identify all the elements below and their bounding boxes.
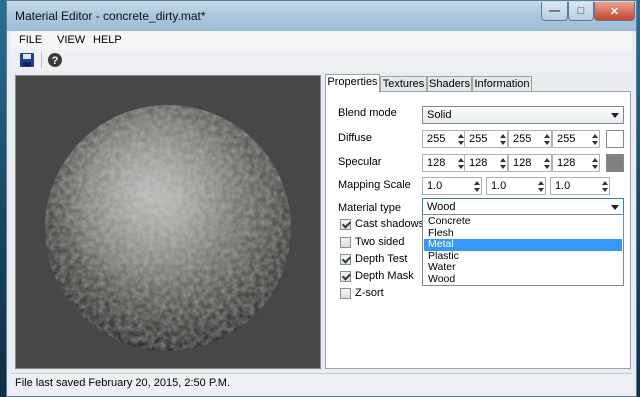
- svg-text:?: ?: [52, 55, 59, 67]
- option-water[interactable]: Water: [424, 261, 622, 274]
- spin-up-icon[interactable]: [500, 134, 506, 138]
- status-text: File last saved February 20, 2015, 2:50 …: [15, 377, 231, 389]
- mapping-scale-label: Mapping Scale: [338, 179, 411, 191]
- specular-label: Specular: [338, 156, 382, 168]
- diffuse-g-value: 255: [469, 133, 488, 145]
- maximize-button[interactable]: □: [568, 2, 594, 21]
- diffuse-b-value: 255: [513, 133, 532, 145]
- material-type-value: Wood: [427, 201, 456, 213]
- material-type-label: Material type: [338, 202, 401, 214]
- two-sided-checkbox[interactable]: [340, 237, 351, 248]
- spin-up-icon[interactable]: [538, 181, 544, 185]
- close-button[interactable]: ✕: [594, 2, 635, 21]
- spin-down-icon[interactable]: [474, 188, 480, 192]
- spin-down-icon[interactable]: [592, 141, 598, 145]
- chevron-down-icon: [611, 113, 619, 118]
- diffuse-g-spinbox[interactable]: 255: [464, 130, 508, 148]
- spin-up-icon[interactable]: [474, 181, 480, 185]
- option-metal[interactable]: Metal: [424, 238, 622, 251]
- option-wood[interactable]: Wood: [424, 273, 622, 286]
- depth-mask-checkbox[interactable]: [340, 271, 351, 282]
- specular-r-spinbox[interactable]: 128: [422, 154, 466, 172]
- specular-g-value: 128: [469, 157, 488, 169]
- menu-help[interactable]: HELP: [93, 34, 122, 46]
- material-editor-window: Material Editor - concrete_dirty.mat* — …: [6, 0, 637, 397]
- option-concrete[interactable]: Concrete: [424, 215, 622, 228]
- specular-b-value: 128: [513, 157, 532, 169]
- z-sort-checkbox[interactable]: [340, 288, 351, 299]
- toolbar: ?: [11, 49, 632, 71]
- specular-g-spinbox[interactable]: 128: [464, 154, 508, 172]
- material-preview-viewport[interactable]: [15, 75, 321, 369]
- tab-information[interactable]: Information: [472, 76, 532, 92]
- title-bar[interactable]: Material Editor - concrete_dirty.mat* — …: [7, 1, 636, 31]
- two-sided-label: Two sided: [355, 236, 405, 248]
- depth-test-label: Depth Test: [355, 253, 408, 265]
- mapping-scale-y-spinbox[interactable]: 1.0: [486, 177, 546, 195]
- depth-mask-label: Depth Mask: [355, 270, 414, 282]
- spin-up-icon[interactable]: [500, 158, 506, 162]
- specular-b-spinbox[interactable]: 128: [508, 154, 552, 172]
- minimize-icon: —: [549, 5, 560, 17]
- z-sort-label: Z-sort: [355, 287, 384, 299]
- diffuse-a-spinbox[interactable]: 255: [552, 130, 600, 148]
- spin-up-icon[interactable]: [602, 181, 608, 185]
- blend-mode-value: Solid: [427, 109, 452, 121]
- menu-view[interactable]: VIEW: [57, 34, 85, 46]
- blend-mode-select[interactable]: Solid: [422, 106, 624, 124]
- menu-file[interactable]: FILE: [19, 34, 42, 46]
- mapping-scale-z-value: 1.0: [555, 180, 571, 192]
- spin-up-icon[interactable]: [544, 134, 550, 138]
- spin-down-icon[interactable]: [544, 141, 550, 145]
- window-title: Material Editor - concrete_dirty.mat*: [15, 9, 206, 23]
- close-icon: ✕: [609, 5, 620, 18]
- diffuse-color-swatch[interactable]: [606, 130, 624, 148]
- mapping-scale-y-value: 1.0: [491, 180, 507, 192]
- specular-color-swatch[interactable]: [606, 154, 624, 172]
- diffuse-b-spinbox[interactable]: 255: [508, 130, 552, 148]
- save-icon[interactable]: [19, 52, 35, 68]
- toolbar-separator: [41, 52, 42, 68]
- status-bar: File last saved February 20, 2015, 2:50 …: [11, 373, 632, 394]
- preview-sphere: [45, 105, 291, 351]
- depth-test-checkbox[interactable]: [340, 254, 351, 265]
- spin-up-icon[interactable]: [544, 158, 550, 162]
- material-type-dropdown-list: Concrete Flesh Metal Plastic Water Wood: [422, 214, 624, 286]
- mapping-scale-x-value: 1.0: [427, 180, 443, 192]
- help-icon[interactable]: ?: [47, 52, 63, 68]
- option-flesh[interactable]: Flesh: [424, 227, 622, 240]
- spin-down-icon[interactable]: [538, 188, 544, 192]
- cast-shadows-checkbox[interactable]: [340, 219, 351, 230]
- cast-shadows-label: Cast shadows: [355, 218, 425, 230]
- spin-down-icon[interactable]: [592, 165, 598, 169]
- spin-down-icon[interactable]: [500, 141, 506, 145]
- chevron-down-icon: [611, 205, 619, 210]
- specular-a-spinbox[interactable]: 128: [552, 154, 600, 172]
- diffuse-r-spinbox[interactable]: 255: [422, 130, 466, 148]
- specular-a-value: 128: [557, 157, 576, 169]
- spin-down-icon[interactable]: [602, 188, 608, 192]
- spin-up-icon[interactable]: [592, 134, 598, 138]
- tab-properties[interactable]: Properties: [325, 74, 380, 93]
- tab-textures[interactable]: Textures: [380, 76, 427, 92]
- spin-down-icon[interactable]: [500, 165, 506, 169]
- diffuse-label: Diffuse: [338, 132, 373, 144]
- blend-mode-label: Blend mode: [338, 107, 397, 119]
- spin-up-icon[interactable]: [592, 158, 598, 162]
- menu-bar: FILE VIEW HELP: [11, 31, 632, 49]
- mapping-scale-x-spinbox[interactable]: 1.0: [422, 177, 482, 195]
- diffuse-a-value: 255: [557, 133, 576, 145]
- minimize-button[interactable]: —: [541, 2, 568, 21]
- spin-down-icon[interactable]: [544, 165, 550, 169]
- diffuse-r-value: 255: [427, 133, 446, 145]
- maximize-icon: □: [577, 5, 585, 17]
- specular-r-value: 128: [427, 157, 446, 169]
- mapping-scale-z-spinbox[interactable]: 1.0: [550, 177, 610, 195]
- tab-shaders[interactable]: Shaders: [427, 76, 472, 92]
